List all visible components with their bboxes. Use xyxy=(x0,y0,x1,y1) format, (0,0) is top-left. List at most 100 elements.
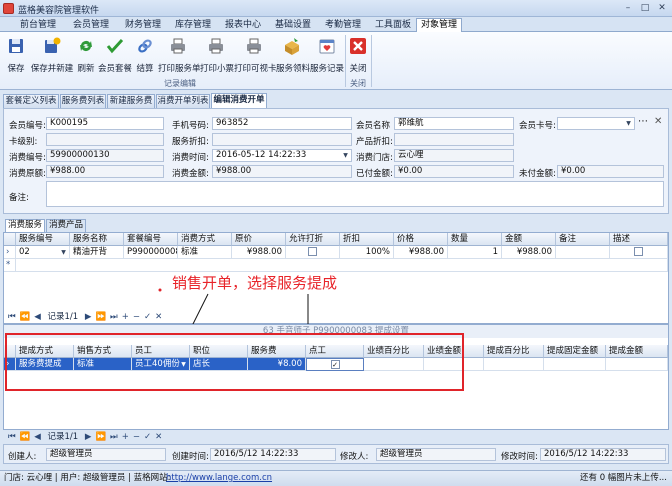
service-material-button[interactable]: 服务领料 xyxy=(276,35,310,75)
close-tab-button[interactable]: 关闭 xyxy=(348,35,368,75)
column-header[interactable]: 备注 xyxy=(556,233,610,246)
column-header[interactable]: 服务编号 xyxy=(16,233,70,246)
column-header[interactable]: 服务费 xyxy=(248,345,306,358)
tab-consume-product[interactable]: 消费产品 xyxy=(46,219,86,232)
print-visual-card-button[interactable]: 打印可视卡 xyxy=(234,35,277,75)
chevron-down-icon[interactable]: ▼ xyxy=(179,360,188,369)
tab-service-fee-list[interactable]: 服务费列表 xyxy=(60,94,106,108)
menu-member[interactable]: 会员管理 xyxy=(68,18,114,32)
chevron-down-icon[interactable]: ▼ xyxy=(59,248,68,257)
table-cell[interactable]: 员工40佣份 ▼ xyxy=(132,358,190,371)
table-cell[interactable] xyxy=(364,358,424,371)
column-header[interactable]: 提成百分比 xyxy=(484,345,544,358)
column-header[interactable]: 提成方式 xyxy=(16,345,74,358)
refresh-button[interactable]: 刷新 xyxy=(76,35,96,75)
prev-record-icon[interactable]: ◀ xyxy=(34,431,41,443)
save-and-new-button[interactable]: 保存并新建 xyxy=(30,35,74,75)
table-cell[interactable] xyxy=(606,358,668,371)
column-header[interactable]: 业绩金额 xyxy=(424,345,484,358)
column-header[interactable]: 点工 xyxy=(306,345,364,358)
table-cell[interactable]: ¥988.00 xyxy=(394,246,448,259)
table-cell[interactable] xyxy=(424,358,484,371)
delete-record-icon[interactable]: − xyxy=(133,431,140,443)
confirm-record-icon[interactable]: ✓ xyxy=(144,431,151,443)
add-record-icon[interactable]: + xyxy=(122,431,129,443)
column-header[interactable]: 允许打折 xyxy=(286,233,340,246)
save-button[interactable]: 保存 xyxy=(4,35,28,75)
chevron-down-icon[interactable]: ▼ xyxy=(624,119,633,128)
table-cell[interactable]: ¥988.00 xyxy=(232,246,286,259)
next-page-icon[interactable]: ⏩ xyxy=(95,431,106,443)
menu-object-management[interactable]: 对象管理 xyxy=(416,18,462,32)
column-header[interactable]: 数量 xyxy=(448,233,502,246)
table-cell[interactable]: 100% xyxy=(340,246,394,259)
delete-record-icon[interactable]: − xyxy=(133,311,140,323)
prev-record-icon[interactable]: ◀ xyxy=(34,311,41,323)
column-header[interactable]: 价格 xyxy=(394,233,448,246)
table-cell[interactable]: 服务费提成 xyxy=(16,358,74,371)
add-record-icon[interactable]: + xyxy=(122,311,129,323)
more-options-icon[interactable]: ⋯ xyxy=(638,116,648,127)
prev-page-icon[interactable]: ⏪ xyxy=(20,311,31,323)
cancel-record-icon[interactable]: ✕ xyxy=(155,431,162,443)
table-cell[interactable]: 标准 xyxy=(74,358,132,371)
member-card-field[interactable]: ▼ xyxy=(557,117,635,130)
maximize-button[interactable]: □ xyxy=(637,2,653,14)
table-cell[interactable] xyxy=(544,358,606,371)
phone-field[interactable]: 963852 xyxy=(212,117,352,130)
print-receipt-button[interactable]: 打印小票 xyxy=(200,35,234,75)
first-record-icon[interactable]: ⏮ xyxy=(8,311,16,323)
next-record-icon[interactable]: ▶ xyxy=(85,431,92,443)
column-header[interactable]: 职位 xyxy=(190,345,248,358)
checkout-button[interactable]: 结算 xyxy=(134,35,156,75)
menu-front-desk[interactable]: 前台管理 xyxy=(16,18,60,32)
print-service-order-button[interactable]: 打印服务单 xyxy=(158,35,201,75)
table-cell[interactable]: ✓ xyxy=(306,358,364,371)
prev-page-icon[interactable]: ⏪ xyxy=(20,431,31,443)
tab-consume-service[interactable]: 消费服务 xyxy=(5,219,45,232)
menu-basic-settings[interactable]: 基础设置 xyxy=(270,18,316,32)
menu-reports[interactable]: 报表中心 xyxy=(220,18,266,32)
column-header[interactable]: 提成金额 xyxy=(606,345,668,358)
column-header[interactable]: 业绩百分比 xyxy=(364,345,424,358)
new-row-icon[interactable]: * xyxy=(4,259,16,272)
column-header[interactable]: 金额 xyxy=(502,233,556,246)
last-record-icon[interactable]: ⏭ xyxy=(110,311,118,323)
column-header[interactable]: 描述 xyxy=(610,233,668,246)
table-cell[interactable]: 店长 xyxy=(190,358,248,371)
table-cell[interactable]: ¥8.00 xyxy=(248,358,306,371)
next-page-icon[interactable]: ⏩ xyxy=(95,311,106,323)
menu-finance[interactable]: 财务管理 xyxy=(120,18,166,32)
column-header[interactable]: 销售方式 xyxy=(74,345,132,358)
column-header[interactable]: 服务名称 xyxy=(70,233,124,246)
first-record-icon[interactable]: ⏮ xyxy=(8,431,16,443)
chevron-down-icon[interactable]: ▼ xyxy=(341,151,350,160)
member-no-field[interactable]: K000195 xyxy=(46,117,164,130)
table-cell[interactable] xyxy=(610,246,668,259)
table-cell[interactable]: 1 xyxy=(448,246,502,259)
point-work-checkbox[interactable]: ✓ xyxy=(330,360,340,369)
menu-attendance[interactable]: 考勤管理 xyxy=(320,18,366,32)
column-header[interactable]: 消费方式 xyxy=(178,233,232,246)
table-cell[interactable]: 精油开背 xyxy=(70,246,124,259)
service-record-button[interactable]: 服务记录 xyxy=(310,35,344,75)
member-package-button[interactable]: 会员套餐 xyxy=(98,35,132,75)
table-cell[interactable]: 标准 xyxy=(178,246,232,259)
next-record-icon[interactable]: ▶ xyxy=(85,311,92,323)
tab-package-definition-list[interactable]: 套餐定义列表 xyxy=(3,94,59,108)
member-name-field[interactable]: 郭维航 xyxy=(394,117,514,130)
table-cell[interactable] xyxy=(286,246,340,259)
new-row[interactable] xyxy=(16,259,668,272)
table-cell[interactable] xyxy=(484,358,544,371)
describe-icon[interactable] xyxy=(634,247,643,256)
table-cell[interactable]: ¥988.00 xyxy=(502,246,556,259)
website-link[interactable]: http://www.lange.com.cn xyxy=(166,471,272,486)
menu-inventory[interactable]: 库存管理 xyxy=(170,18,216,32)
column-header[interactable]: 原价 xyxy=(232,233,286,246)
table-cell[interactable]: 02 ▼ xyxy=(16,246,70,259)
close-window-button[interactable]: ✕ xyxy=(654,2,670,14)
column-header[interactable]: 套餐编号 xyxy=(124,233,178,246)
column-header[interactable]: 员工 xyxy=(132,345,190,358)
minimize-button[interactable]: – xyxy=(620,2,636,14)
menu-tools[interactable]: 工具面板 xyxy=(370,18,416,32)
